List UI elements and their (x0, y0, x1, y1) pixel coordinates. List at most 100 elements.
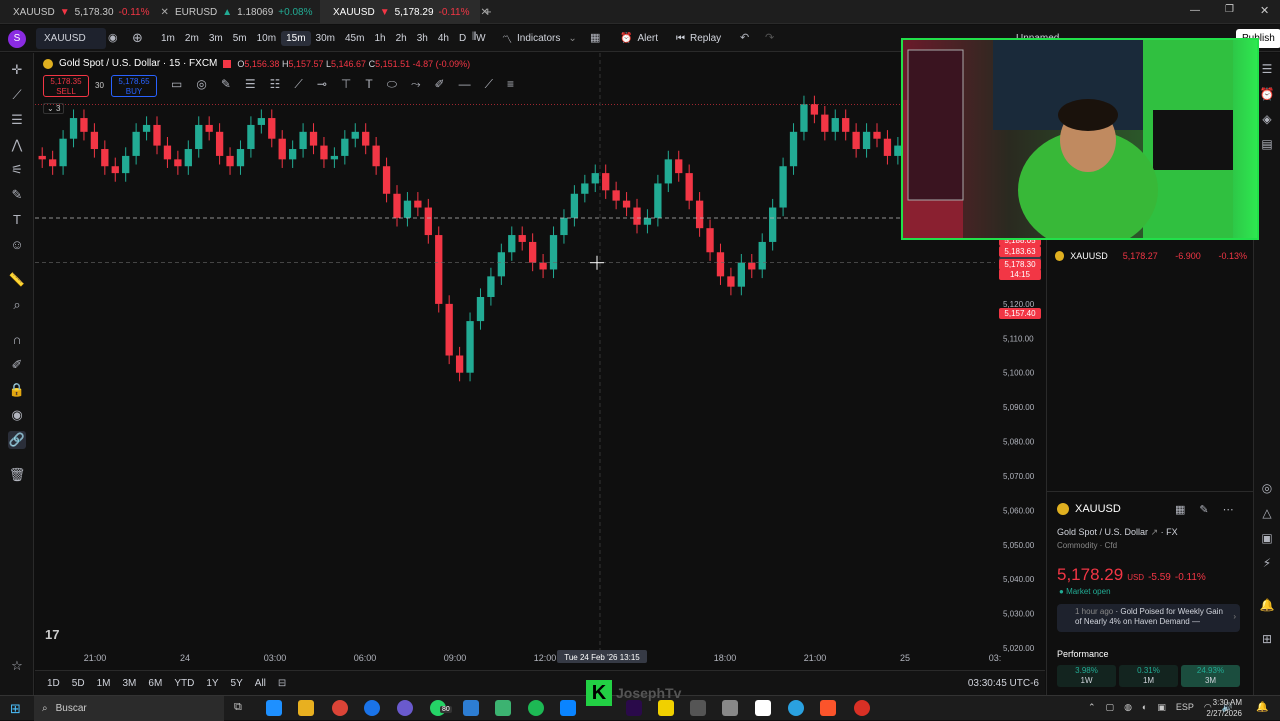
range-all[interactable]: All (249, 678, 272, 689)
interval-10m[interactable]: 10m (252, 31, 281, 46)
interval-3m[interactable]: 3m (204, 31, 228, 46)
interval-5m[interactable]: 5m (228, 31, 252, 46)
undo-icon[interactable]: ↶ (740, 31, 749, 44)
app-2-icon[interactable] (690, 700, 706, 716)
keep-drawing-icon[interactable]: ✐ (8, 356, 26, 374)
trendline-icon[interactable]: ⟋ (8, 86, 26, 104)
taskbar-clock[interactable]: 3:30 AM 2/27/2026 (1202, 697, 1242, 719)
browser-tab-2[interactable]: EURUSD ▲ 1.18069 +0.08% ✕ (162, 0, 332, 24)
notification-bell-icon[interactable]: 🔔 (1256, 702, 1268, 713)
rectangle-icon[interactable]: ▭ (171, 77, 182, 97)
magnet-icon[interactable]: ∩ (8, 331, 26, 349)
favorite-icon[interactable]: ◉ (108, 31, 118, 44)
chart-type-icon[interactable]: ⫴ (472, 31, 477, 44)
range-ytd[interactable]: YTD (168, 678, 200, 689)
watchlist-row[interactable]: XAUUSD 5,178.27 -6.900 -0.13% (1055, 251, 1247, 261)
window-close-icon[interactable]: ✕ (1260, 4, 1269, 17)
apps-icon[interactable]: ⊞ (1259, 631, 1275, 647)
browser-tab-1[interactable]: XAUUSD ▼ 5,178.30 -0.11% ✕ (0, 0, 169, 24)
menu-icon[interactable]: ≡ (507, 77, 514, 97)
line-icon[interactable]: ⟋ (294, 77, 302, 97)
chrome-icon[interactable] (332, 700, 348, 716)
buy-button[interactable]: 5,178.65 BUY (111, 75, 157, 97)
taskbar-search[interactable]: ⌕ Buscar (34, 696, 224, 721)
trend-icon[interactable]: ⟋ (485, 77, 493, 97)
app-3-icon[interactable] (722, 700, 738, 716)
layouts-icon[interactable]: ▦ (590, 31, 600, 44)
minecraft-icon[interactable] (495, 700, 511, 716)
windows-start-icon[interactable]: ⊞ (10, 701, 21, 717)
shape-icon[interactable]: ⬭ (387, 77, 397, 97)
fib-icon[interactable]: ☰ (8, 111, 26, 129)
spotify-icon[interactable] (528, 700, 544, 716)
ruler-icon[interactable]: 📏 (8, 271, 26, 289)
pulse-icon[interactable]: ⚡ (1259, 555, 1275, 571)
text-icon[interactable]: T (8, 211, 26, 229)
range-3m[interactable]: 3M (117, 678, 143, 689)
ideas-icon[interactable]: △ (1259, 505, 1275, 521)
edit-icon[interactable]: ✎ (1199, 503, 1208, 516)
link-icon[interactable]: 🔗 (8, 431, 26, 449)
task-view-icon[interactable]: ⧉ (234, 701, 242, 714)
tray-icon-4[interactable]: ▣ (1157, 702, 1166, 713)
more-icon[interactable]: ⋯ (1223, 503, 1234, 516)
watchlist-icon[interactable]: ☰ (1259, 61, 1275, 77)
range-1y[interactable]: 1Y (200, 678, 224, 689)
tray-icon[interactable]: ▢ (1106, 702, 1115, 713)
circle-icon[interactable]: ◎ (196, 77, 206, 97)
news-item[interactable]: 1 hour ago · Gold Poised for Weekly Gain… (1057, 604, 1240, 632)
new-tab-icon[interactable]: + (484, 4, 492, 19)
browser-tab-3[interactable]: XAUUSD ▼ 5,178.29 -0.11% ✕ (320, 0, 489, 24)
interval-30m[interactable]: 30m (311, 31, 340, 46)
chrome-profile-icon[interactable] (364, 700, 380, 716)
compare-add-icon[interactable]: ⊕ (132, 30, 143, 46)
vertical-line-icon[interactable]: ⊤ (341, 77, 351, 97)
bell-icon[interactable]: 🔔 (1259, 597, 1275, 613)
minimize-icon[interactable]: — (1190, 5, 1200, 16)
horizontal-ray-icon[interactable]: ⊸ (317, 77, 327, 97)
layers-icon[interactable]: ◈ (1259, 111, 1275, 127)
brush-icon[interactable]: ✎ (8, 186, 26, 204)
ray-icon[interactable]: — (459, 77, 471, 97)
target-icon[interactable]: ◎ (1259, 480, 1275, 496)
sell-button[interactable]: 5,178.35 SELL (43, 75, 89, 97)
app-icon[interactable] (463, 700, 479, 716)
eye-icon[interactable]: ◉ (8, 406, 26, 424)
price-chart[interactable]: 5,180.005,170.005,160.005,150.005,140.00… (35, 53, 1045, 670)
replay-button[interactable]: ⏮ Replay (676, 25, 721, 52)
emoji-icon[interactable]: ☺ (8, 236, 26, 254)
chat-icon[interactable]: ▤ (1259, 136, 1275, 152)
interval-1m[interactable]: 1m (156, 31, 180, 46)
redo-icon[interactable]: ↷ (765, 31, 774, 44)
path-icon[interactable]: ⤳ (411, 77, 421, 97)
channel-icon[interactable]: ☰ (245, 77, 256, 97)
interval-D[interactable]: D (454, 31, 471, 46)
range-6m[interactable]: 6M (142, 678, 168, 689)
range-5y[interactable]: 5Y (225, 678, 249, 689)
interval-1h[interactable]: 1h (369, 31, 390, 46)
indicators-button[interactable]: 〽 Indicators ⌄ (502, 25, 577, 52)
fib-icon[interactable]: ☷ (270, 77, 281, 97)
interval-15m[interactable]: 15m (281, 31, 311, 46)
brave-icon[interactable] (820, 700, 836, 716)
chrome-profile-2-icon[interactable] (397, 700, 413, 716)
interval-2m[interactable]: 2m (180, 31, 204, 46)
text-icon[interactable]: T (365, 77, 372, 97)
calendar-icon[interactable]: ▣ (1259, 530, 1275, 546)
tray-icon-3[interactable]: ◐ (1142, 702, 1147, 713)
lock-icon[interactable]: 🔒 (8, 381, 26, 399)
grid-icon[interactable]: ▦ (1175, 503, 1185, 516)
copilot-icon[interactable] (266, 700, 282, 716)
pattern-icon[interactable]: ⋀ (8, 136, 26, 154)
app-4-icon[interactable] (854, 700, 870, 716)
date-range-icon[interactable]: ⊟ (272, 678, 292, 689)
interval-2h[interactable]: 2h (391, 31, 412, 46)
telegram-icon[interactable] (788, 700, 804, 716)
pen-icon[interactable]: ✐ (435, 77, 445, 97)
maximize-icon[interactable]: ❐ (1225, 4, 1234, 15)
alert-button[interactable]: ⏰ Alert (620, 25, 658, 52)
file-explorer-icon[interactable] (298, 700, 314, 716)
range-5d[interactable]: 5D (66, 678, 91, 689)
forecast-icon[interactable]: ⚟ (8, 161, 26, 179)
tray-icon-2[interactable]: ◍ (1124, 702, 1132, 713)
